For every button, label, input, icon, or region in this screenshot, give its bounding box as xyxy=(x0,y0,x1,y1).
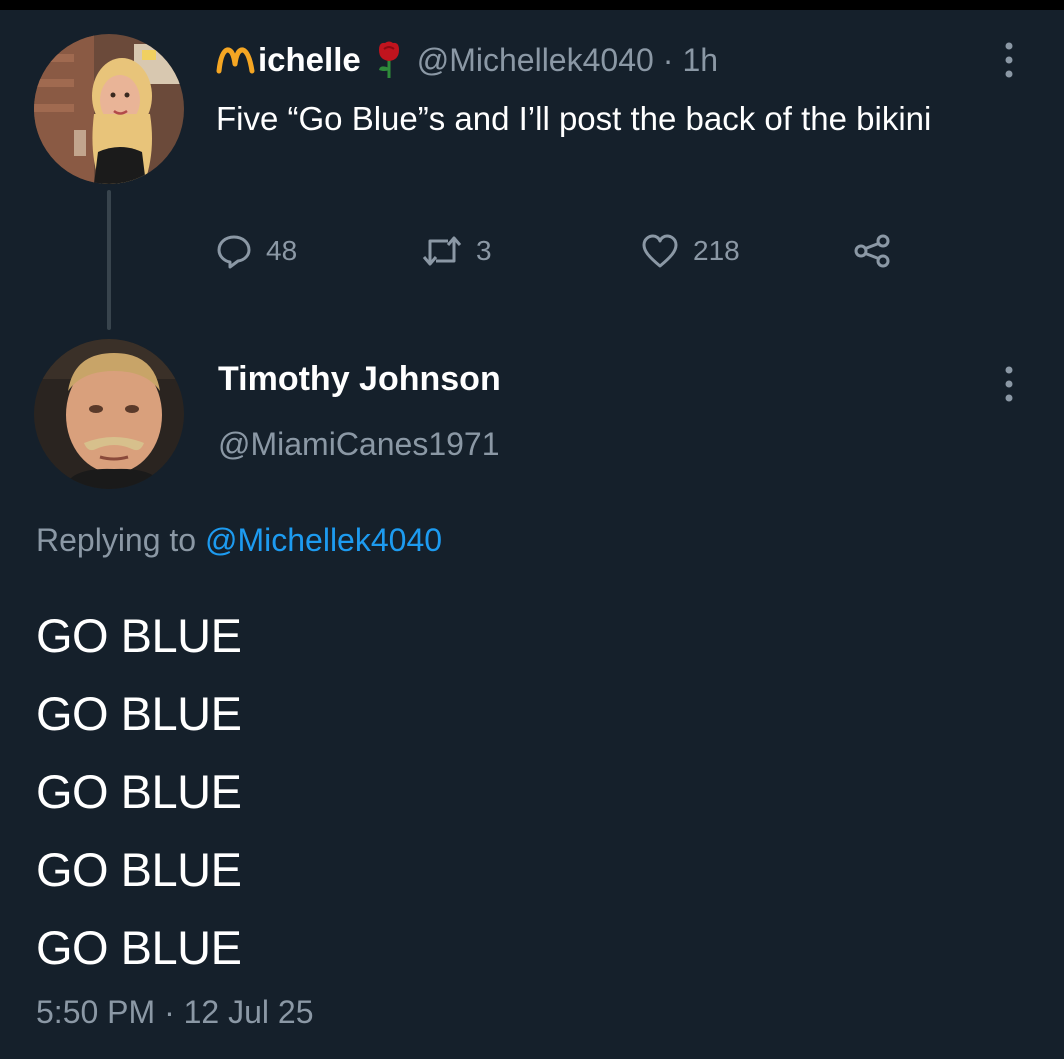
reply-action[interactable]: 48 xyxy=(216,226,297,276)
reply-count: 48 xyxy=(266,235,298,266)
rose-icon xyxy=(378,41,399,78)
avatar-michelle[interactable] xyxy=(34,34,184,184)
reply-line: GO BLUE xyxy=(36,687,242,740)
share-action[interactable] xyxy=(852,226,892,276)
reply-line: GO BLUE xyxy=(36,765,242,818)
retweet-action[interactable]: 3 xyxy=(422,226,492,276)
dot-separator: · xyxy=(662,41,674,78)
original-display-name[interactable]: ichelle xyxy=(258,41,361,79)
like-icon xyxy=(642,234,678,268)
like-action[interactable]: 218 xyxy=(641,226,740,276)
more-icon[interactable] xyxy=(1003,362,1015,406)
reply-line: GO BLUE xyxy=(36,609,242,662)
tweet-screenshot: ichelle @Michellek4040 · 1h Five “Go Blu… xyxy=(0,0,1064,1059)
reply-handle[interactable]: @MiamiCanes1971 xyxy=(218,426,500,463)
replying-to-prefix: Replying to xyxy=(36,522,197,558)
reply-tweet-text: GO BLUE GO BLUE GO BLUE GO BLUE GO BLUE xyxy=(36,597,242,987)
reply-icon xyxy=(217,235,251,269)
original-tweet-header: ichelle @Michellek4040 · 1h xyxy=(216,38,718,82)
more-icon[interactable] xyxy=(1003,38,1015,82)
like-count: 218 xyxy=(693,235,740,266)
original-time-ago[interactable]: 1h xyxy=(682,42,718,79)
replying-to-line: Replying to @Michellek4040 xyxy=(36,522,442,559)
thread-connector-line xyxy=(107,190,111,330)
reply-display-name[interactable]: Timothy Johnson xyxy=(218,360,501,399)
replying-to-mention[interactable]: @Michellek4040 xyxy=(205,522,442,558)
reply-line: GO BLUE xyxy=(36,843,242,896)
retweet-count: 3 xyxy=(476,235,492,266)
share-icon xyxy=(854,234,890,268)
original-tweet-text: Five “Go Blue”s and I’ll post the back o… xyxy=(216,100,932,137)
top-bar xyxy=(0,0,1064,10)
reply-timestamp[interactable]: 5:50 PM · 12 Jul 25 xyxy=(36,994,313,1031)
avatar-timothy[interactable] xyxy=(34,339,184,489)
m-letter-emoji-icon xyxy=(216,47,255,74)
retweet-icon xyxy=(422,236,462,266)
reply-line: GO BLUE xyxy=(36,921,242,974)
original-handle[interactable]: @Michellek4040 xyxy=(417,42,654,79)
